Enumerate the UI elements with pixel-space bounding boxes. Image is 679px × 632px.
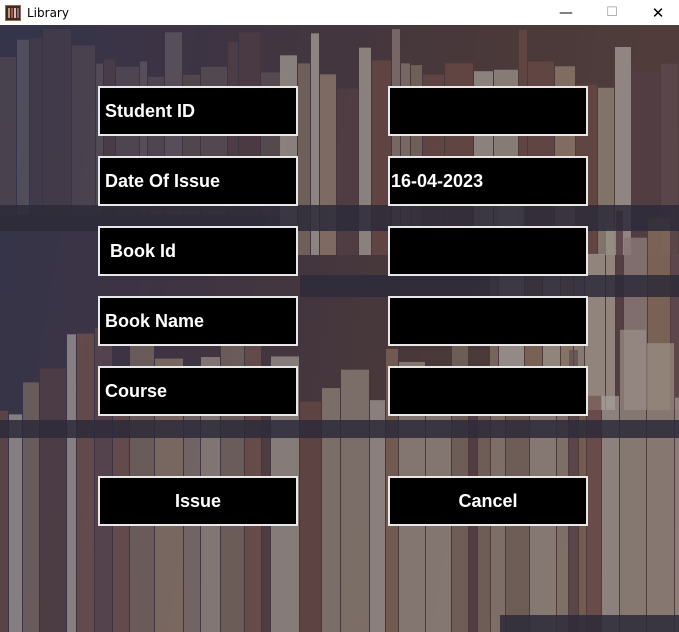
course-input[interactable] [391, 380, 586, 402]
library-window: Library — ☐ ✕ Student ID Date Of Issue B… [0, 0, 679, 632]
book-name-field[interactable] [388, 296, 588, 346]
issue-button[interactable]: Issue [98, 476, 298, 526]
book-name-input[interactable] [391, 310, 586, 332]
date-of-issue-label: Date Of Issue [98, 156, 298, 206]
window-title: Library [27, 5, 69, 20]
student-id-label: Student ID [98, 86, 298, 136]
course-label: Course [98, 366, 298, 416]
maximize-button[interactable]: ☐ [589, 0, 635, 25]
book-name-label: Book Name [98, 296, 298, 346]
book-id-label: Book Id [98, 226, 298, 276]
book-id-field[interactable] [388, 226, 588, 276]
cancel-button[interactable]: Cancel [388, 476, 588, 526]
date-of-issue-input[interactable] [391, 170, 586, 192]
student-id-input[interactable] [391, 100, 586, 122]
student-id-field[interactable] [388, 86, 588, 136]
title-bar: Library — ☐ ✕ [0, 0, 679, 25]
minimize-button[interactable]: — [543, 0, 589, 25]
course-field[interactable] [388, 366, 588, 416]
date-of-issue-field[interactable] [388, 156, 588, 206]
book-id-input[interactable] [391, 240, 586, 262]
app-icon [5, 4, 21, 21]
close-button[interactable]: ✕ [635, 0, 679, 25]
